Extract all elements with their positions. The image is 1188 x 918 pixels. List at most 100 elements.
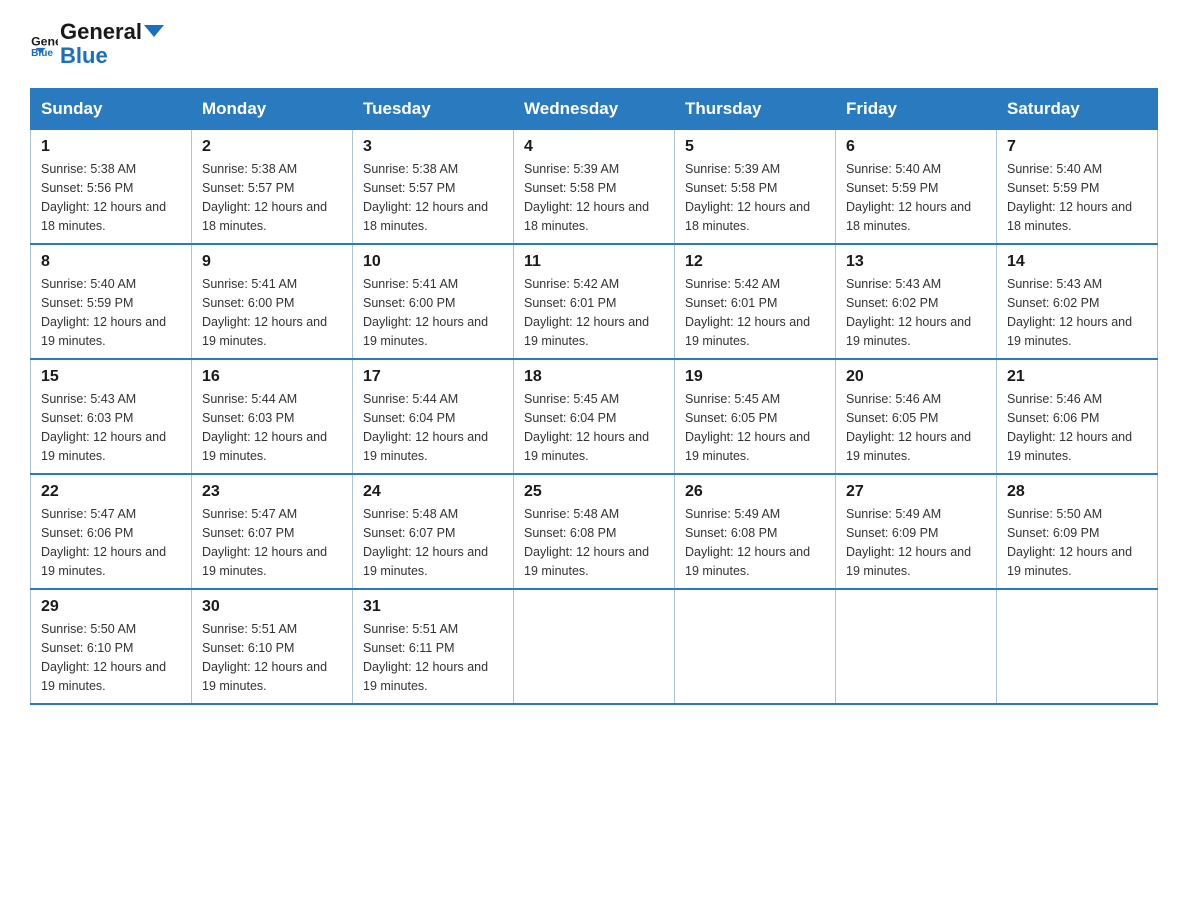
header-tuesday: Tuesday bbox=[353, 89, 514, 130]
day-cell-5: 5 Sunrise: 5:39 AMSunset: 5:58 PMDaylight… bbox=[675, 130, 836, 245]
header-wednesday: Wednesday bbox=[514, 89, 675, 130]
day-number: 6 bbox=[846, 138, 986, 156]
day-number: 27 bbox=[846, 483, 986, 501]
day-number: 12 bbox=[685, 253, 825, 271]
day-cell-15: 15Sunrise: 5:43 AMSunset: 6:03 PMDayligh… bbox=[31, 359, 192, 474]
day-info: Sunrise: 5:38 AMSunset: 5:57 PMDaylight:… bbox=[363, 160, 503, 235]
day-info: Sunrise: 5:38 AMSunset: 5:57 PMDaylight:… bbox=[202, 160, 342, 235]
day-number: 14 bbox=[1007, 253, 1147, 271]
day-info: Sunrise: 5:48 AMSunset: 6:08 PMDaylight:… bbox=[524, 505, 664, 580]
calendar-table: SundayMondayTuesdayWednesdayThursdayFrid… bbox=[30, 88, 1158, 705]
logo-icon: General Blue bbox=[30, 30, 58, 58]
day-number: 13 bbox=[846, 253, 986, 271]
day-cell-24: 24Sunrise: 5:48 AMSunset: 6:07 PMDayligh… bbox=[353, 474, 514, 589]
day-cell-22: 22 Sunrise: 5:47 AMSunset: 6:06 PMDayligh… bbox=[31, 474, 192, 589]
day-info: Sunrise: 5:45 AMSunset: 6:05 PMDaylight:… bbox=[685, 390, 825, 465]
day-number: 23 bbox=[202, 483, 342, 501]
day-cell-8: 8Sunrise: 5:40 AMSunset: 5:59 PMDaylight… bbox=[31, 244, 192, 359]
day-cell-31: 31Sunrise: 5:51 AMSunset: 6:11 PMDayligh… bbox=[353, 589, 514, 704]
week-row-4: 22 Sunrise: 5:47 AMSunset: 6:06 PMDayligh… bbox=[31, 474, 1158, 589]
week-row-3: 15Sunrise: 5:43 AMSunset: 6:03 PMDayligh… bbox=[31, 359, 1158, 474]
day-info: Sunrise: 5:45 AMSunset: 6:04 PMDaylight:… bbox=[524, 390, 664, 465]
day-cell-13: 13 Sunrise: 5:43 AMSunset: 6:02 PMDayligh… bbox=[836, 244, 997, 359]
day-number: 25 bbox=[524, 483, 664, 501]
day-number: 22 bbox=[41, 483, 181, 501]
calendar-header: SundayMondayTuesdayWednesdayThursdayFrid… bbox=[31, 89, 1158, 130]
svg-text:General: General bbox=[31, 35, 58, 49]
logo-blue: Blue bbox=[60, 44, 164, 68]
day-number: 29 bbox=[41, 598, 181, 616]
day-cell-9: 9Sunrise: 5:41 AMSunset: 6:00 PMDaylight… bbox=[192, 244, 353, 359]
header-saturday: Saturday bbox=[997, 89, 1158, 130]
day-number: 18 bbox=[524, 368, 664, 386]
svg-text:Blue: Blue bbox=[31, 48, 53, 58]
day-cell-29: 29 Sunrise: 5:50 AMSunset: 6:10 PMDayligh… bbox=[31, 589, 192, 704]
day-cell-26: 26 Sunrise: 5:49 AMSunset: 6:08 PMDayligh… bbox=[675, 474, 836, 589]
day-cell-30: 30Sunrise: 5:51 AMSunset: 6:10 PMDayligh… bbox=[192, 589, 353, 704]
day-number: 26 bbox=[685, 483, 825, 501]
day-cell-28: 28 Sunrise: 5:50 AMSunset: 6:09 PMDayligh… bbox=[997, 474, 1158, 589]
day-cell-4: 4Sunrise: 5:39 AMSunset: 5:58 PMDaylight… bbox=[514, 130, 675, 245]
empty-cell bbox=[997, 589, 1158, 704]
day-cell-14: 14 Sunrise: 5:43 AMSunset: 6:02 PMDayligh… bbox=[997, 244, 1158, 359]
day-info: Sunrise: 5:43 AMSunset: 6:02 PMDaylight:… bbox=[846, 275, 986, 350]
day-info: Sunrise: 5:40 AMSunset: 5:59 PMDaylight:… bbox=[846, 160, 986, 235]
logo: General Blue General Blue bbox=[30, 20, 164, 68]
day-info: Sunrise: 5:44 AMSunset: 6:04 PMDaylight:… bbox=[363, 390, 503, 465]
day-info: Sunrise: 5:44 AMSunset: 6:03 PMDaylight:… bbox=[202, 390, 342, 465]
day-number: 17 bbox=[363, 368, 503, 386]
day-info: Sunrise: 5:38 AMSunset: 5:56 PMDaylight:… bbox=[41, 160, 181, 235]
day-number: 3 bbox=[363, 138, 503, 156]
header-row: SundayMondayTuesdayWednesdayThursdayFrid… bbox=[31, 89, 1158, 130]
day-number: 9 bbox=[202, 253, 342, 271]
day-info: Sunrise: 5:47 AMSunset: 6:07 PMDaylight:… bbox=[202, 505, 342, 580]
day-number: 16 bbox=[202, 368, 342, 386]
week-row-5: 29 Sunrise: 5:50 AMSunset: 6:10 PMDayligh… bbox=[31, 589, 1158, 704]
day-number: 10 bbox=[363, 253, 503, 271]
day-info: Sunrise: 5:49 AMSunset: 6:08 PMDaylight:… bbox=[685, 505, 825, 580]
day-info: Sunrise: 5:46 AMSunset: 6:06 PMDaylight:… bbox=[1007, 390, 1147, 465]
day-number: 28 bbox=[1007, 483, 1147, 501]
empty-cell bbox=[675, 589, 836, 704]
day-number: 24 bbox=[363, 483, 503, 501]
day-cell-1: 1Sunrise: 5:38 AMSunset: 5:56 PMDaylight… bbox=[31, 130, 192, 245]
empty-cell bbox=[836, 589, 997, 704]
page-header: General Blue General Blue bbox=[30, 20, 1158, 68]
day-cell-11: 11 Sunrise: 5:42 AMSunset: 6:01 PMDayligh… bbox=[514, 244, 675, 359]
day-cell-27: 27Sunrise: 5:49 AMSunset: 6:09 PMDayligh… bbox=[836, 474, 997, 589]
day-info: Sunrise: 5:47 AMSunset: 6:06 PMDaylight:… bbox=[41, 505, 181, 580]
day-cell-3: 3 Sunrise: 5:38 AMSunset: 5:57 PMDaylight… bbox=[353, 130, 514, 245]
header-sunday: Sunday bbox=[31, 89, 192, 130]
day-number: 11 bbox=[524, 253, 664, 271]
calendar-body: 1Sunrise: 5:38 AMSunset: 5:56 PMDaylight… bbox=[31, 130, 1158, 705]
day-number: 20 bbox=[846, 368, 986, 386]
day-number: 5 bbox=[685, 138, 825, 156]
day-cell-6: 6 Sunrise: 5:40 AMSunset: 5:59 PMDaylight… bbox=[836, 130, 997, 245]
day-info: Sunrise: 5:42 AMSunset: 6:01 PMDaylight:… bbox=[524, 275, 664, 350]
day-info: Sunrise: 5:51 AMSunset: 6:10 PMDaylight:… bbox=[202, 620, 342, 695]
header-thursday: Thursday bbox=[675, 89, 836, 130]
day-info: Sunrise: 5:39 AMSunset: 5:58 PMDaylight:… bbox=[685, 160, 825, 235]
day-info: Sunrise: 5:50 AMSunset: 6:09 PMDaylight:… bbox=[1007, 505, 1147, 580]
day-info: Sunrise: 5:50 AMSunset: 6:10 PMDaylight:… bbox=[41, 620, 181, 695]
day-cell-20: 20 Sunrise: 5:46 AMSunset: 6:05 PMDayligh… bbox=[836, 359, 997, 474]
day-cell-12: 12Sunrise: 5:42 AMSunset: 6:01 PMDayligh… bbox=[675, 244, 836, 359]
day-number: 2 bbox=[202, 138, 342, 156]
day-number: 7 bbox=[1007, 138, 1147, 156]
day-info: Sunrise: 5:51 AMSunset: 6:11 PMDaylight:… bbox=[363, 620, 503, 695]
header-friday: Friday bbox=[836, 89, 997, 130]
day-cell-7: 7 Sunrise: 5:40 AMSunset: 5:59 PMDaylight… bbox=[997, 130, 1158, 245]
day-number: 15 bbox=[41, 368, 181, 386]
day-info: Sunrise: 5:39 AMSunset: 5:58 PMDaylight:… bbox=[524, 160, 664, 235]
header-monday: Monday bbox=[192, 89, 353, 130]
day-number: 21 bbox=[1007, 368, 1147, 386]
day-cell-23: 23 Sunrise: 5:47 AMSunset: 6:07 PMDayligh… bbox=[192, 474, 353, 589]
day-info: Sunrise: 5:43 AMSunset: 6:02 PMDaylight:… bbox=[1007, 275, 1147, 350]
day-cell-19: 19Sunrise: 5:45 AMSunset: 6:05 PMDayligh… bbox=[675, 359, 836, 474]
day-number: 8 bbox=[41, 253, 181, 271]
day-cell-10: 10Sunrise: 5:41 AMSunset: 6:00 PMDayligh… bbox=[353, 244, 514, 359]
day-info: Sunrise: 5:46 AMSunset: 6:05 PMDaylight:… bbox=[846, 390, 986, 465]
day-info: Sunrise: 5:40 AMSunset: 5:59 PMDaylight:… bbox=[1007, 160, 1147, 235]
week-row-2: 8Sunrise: 5:40 AMSunset: 5:59 PMDaylight… bbox=[31, 244, 1158, 359]
day-cell-25: 25 Sunrise: 5:48 AMSunset: 6:08 PMDayligh… bbox=[514, 474, 675, 589]
